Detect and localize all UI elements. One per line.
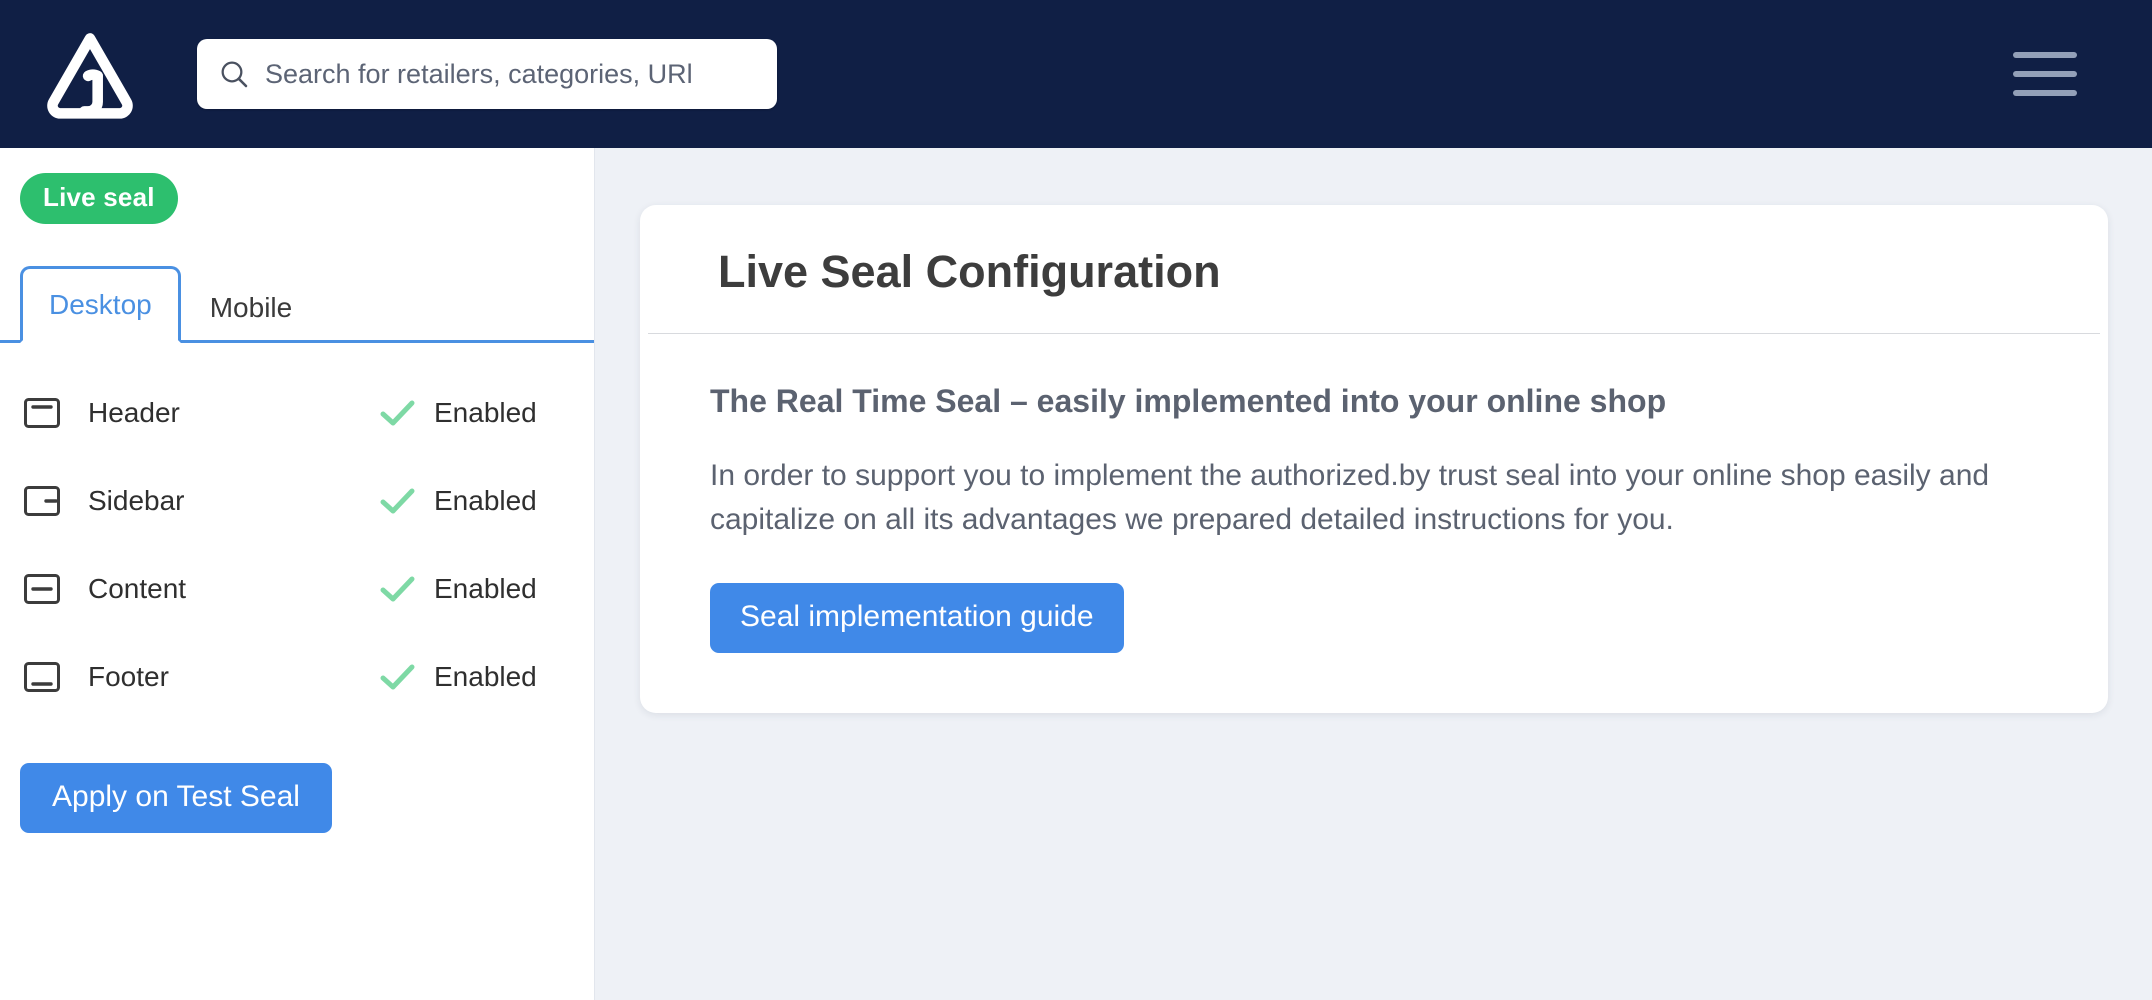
sidebar-panel: Live seal Desktop Mobile Header Enabled … xyxy=(0,148,595,1000)
apply-on-test-seal-button[interactable]: Apply on Test Seal xyxy=(20,763,332,833)
search-input[interactable] xyxy=(265,58,757,90)
status-label: Enabled xyxy=(434,397,537,428)
seal-preview-tabs: Desktop Mobile xyxy=(0,265,594,343)
list-item-content[interactable]: Content Enabled xyxy=(20,545,574,633)
status-label: Enabled xyxy=(434,485,537,516)
card-header: Live Seal Configuration xyxy=(648,205,2100,334)
list-item-label: Content xyxy=(88,573,187,604)
list-item-status: Enabled xyxy=(374,654,574,700)
check-icon xyxy=(374,478,420,524)
authorized-by-logo[interactable] xyxy=(42,26,192,122)
list-item-label: Footer xyxy=(88,661,169,692)
list-item-footer[interactable]: Footer Enabled xyxy=(20,633,574,721)
hamburger-line-3 xyxy=(2013,90,2077,96)
check-icon xyxy=(374,566,420,612)
page-title: Live Seal Configuration xyxy=(718,246,1221,297)
card-body: The Real Time Seal – easily implemented … xyxy=(640,334,2108,713)
seal-implementation-guide-button[interactable]: Seal implementation guide xyxy=(710,582,1124,653)
layout-header-icon xyxy=(20,391,64,435)
search-icon xyxy=(217,57,251,91)
main-content-area: Live Seal Configuration The Real Time Se… xyxy=(595,148,2152,1000)
status-label: Enabled xyxy=(434,573,537,604)
hamburger-line-1 xyxy=(2013,52,2077,58)
apply-button-row: Apply on Test Seal xyxy=(0,763,594,833)
check-icon xyxy=(374,654,420,700)
top-navbar xyxy=(0,0,2152,148)
list-item-status: Enabled xyxy=(374,478,574,524)
search-box[interactable] xyxy=(197,39,777,109)
tab-desktop[interactable]: Desktop xyxy=(20,266,181,343)
hamburger-menu-icon[interactable] xyxy=(2013,52,2077,96)
status-label: Enabled xyxy=(434,661,537,692)
card-description: In order to support you to implement the… xyxy=(710,458,1990,537)
live-seal-configuration-card: Live Seal Configuration The Real Time Se… xyxy=(640,205,2108,713)
list-item-sidebar[interactable]: Sidebar Enabled xyxy=(20,457,574,545)
list-item-status: Enabled xyxy=(374,390,574,436)
hamburger-line-2 xyxy=(2013,71,2077,77)
layout-sidebar-icon xyxy=(20,479,64,523)
badge-row: Live seal xyxy=(0,148,594,224)
status-badge-live-seal: Live seal xyxy=(20,173,178,224)
seal-section-list: Header Enabled Sidebar Enabled Content E… xyxy=(0,369,594,721)
page-body: Live seal Desktop Mobile Header Enabled … xyxy=(0,148,2152,1000)
tab-mobile[interactable]: Mobile xyxy=(181,269,321,343)
list-item-label: Header xyxy=(88,397,180,428)
list-item-label: Sidebar xyxy=(88,485,185,516)
layout-footer-icon xyxy=(20,655,64,699)
check-icon xyxy=(374,390,420,436)
list-item-header[interactable]: Header Enabled xyxy=(20,369,574,457)
layout-content-icon xyxy=(20,567,64,611)
card-subtitle: The Real Time Seal – easily implemented … xyxy=(710,382,1667,419)
list-item-status: Enabled xyxy=(374,566,574,612)
